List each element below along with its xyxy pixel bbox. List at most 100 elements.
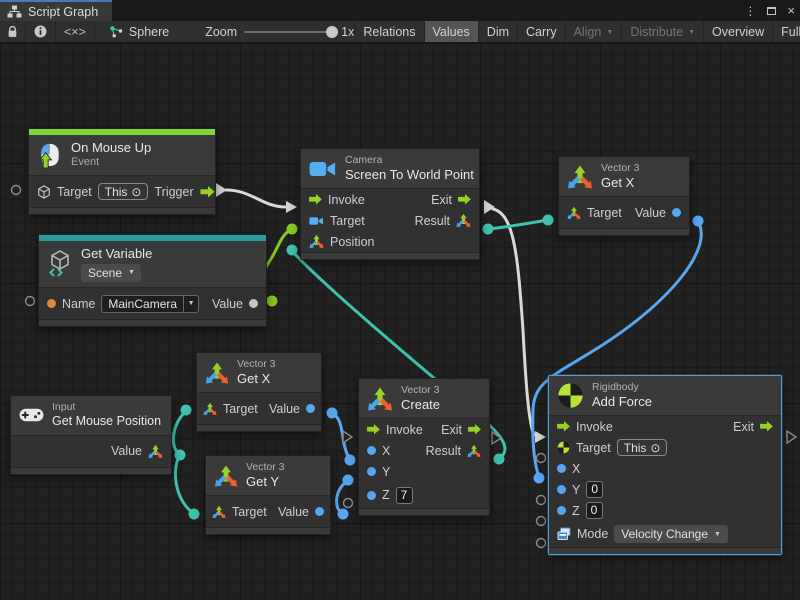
z-row: Z 7 [359,482,489,508]
flow-arrow-icon [458,194,471,205]
target-label: Target [232,505,267,519]
result-label: Result [426,444,461,458]
zoom-slider[interactable] [244,31,334,33]
inspect-button[interactable] [26,21,56,42]
node-on-mouse-up[interactable]: On Mouse Up Event Target This ⊙ Trigger [28,128,216,215]
window-menu-icon[interactable]: ⋮ [744,4,756,18]
value-port-dot[interactable] [315,507,324,516]
value-port-dot[interactable] [306,404,315,413]
code-preview-button[interactable]: <×> [56,21,95,42]
z-value-field[interactable]: 0 [586,502,603,519]
align-dropdown[interactable]: Align▼ [565,21,622,42]
lock-button[interactable] [0,21,26,42]
node-category: Vector 3 [401,384,440,397]
maximize-icon[interactable] [767,7,776,15]
trigger-label: Trigger [154,185,193,199]
node-footer [301,252,479,259]
name-port-dot[interactable] [47,299,56,308]
dim-toggle[interactable]: Dim [478,21,517,42]
values-toggle[interactable]: Values [424,21,478,42]
node-get-variable[interactable]: Get Variable Scene ▼ Name MainCamera ▼ V… [38,234,267,327]
target-value-row: Target Value [206,496,330,527]
node-footer [11,467,171,474]
target-value-row: Target Value [197,393,321,424]
node-category: Rigidbody [592,381,652,394]
vector3-icon [205,361,229,385]
node-vector3-get-y[interactable]: Vector 3 Get Y Target Value [205,455,331,535]
target-row: Target This ⊙ [549,437,781,458]
flow-arrow-icon [468,424,481,435]
graph-icon [7,5,22,18]
node-category: Vector 3 [601,162,640,175]
chevron-down-icon: ▼ [714,531,721,538]
variable-scope-dropdown[interactable]: Scene ▼ [81,264,141,282]
node-title: On Mouse Up [71,140,151,156]
distribute-dropdown[interactable]: Distribute▼ [621,21,703,42]
y-value-field[interactable]: 0 [586,481,603,498]
angle-brackets-icon: <×> [64,25,86,39]
zoom-label: Zoom [205,25,237,39]
close-icon[interactable]: × [787,3,795,18]
vector3-icon [467,444,481,458]
zoom-control: Zoom 1x [179,21,354,42]
node-title: Add Force [592,394,652,410]
invoke-row: Invoke Exit [359,419,489,440]
y-port-dot[interactable] [557,485,566,494]
y-port-dot[interactable] [367,467,376,476]
variable-name-dropdown[interactable]: MainCamera ▼ [101,295,199,313]
name-value-row: Name MainCamera ▼ Value [39,288,266,319]
z-value-field[interactable]: 7 [396,487,413,504]
x-label: X [382,444,390,458]
node-vector3-get-x-right[interactable]: Vector 3 Get X Target Value [558,156,690,236]
target-dot-icon: ⊙ [650,442,660,454]
this-target-button[interactable]: This ⊙ [98,183,149,200]
script-graph-window: Script Graph ⋮ × <×> [0,0,800,600]
node-category: Camera [345,154,474,167]
node-screen-to-world-point[interactable]: Camera Screen To World Point Invoke Exit… [300,148,480,260]
z-port-dot[interactable] [367,491,376,500]
value-label: Value [269,402,300,416]
target-label: Target [576,441,611,455]
node-category: Input [52,401,161,414]
this-target-button[interactable]: This ⊙ [617,439,668,456]
mode-dropdown[interactable]: Velocity Change ▼ [614,525,728,543]
node-title: Get Variable [81,246,152,262]
node-footer [206,527,330,534]
node-vector3-get-x-mid[interactable]: Vector 3 Get X Target Value [196,352,322,432]
x-row: X [549,458,781,479]
y-label: Y [382,465,390,479]
tab-title: Script Graph [28,5,98,19]
zoom-slider-handle[interactable] [326,26,338,38]
invoke-row: Invoke Exit [549,416,781,437]
exit-label: Exit [441,423,462,437]
vector3-icon [567,164,593,190]
carry-toggle[interactable]: Carry [517,21,565,42]
camera-icon [309,216,324,226]
window-controls: ⋮ × [744,0,795,21]
value-port-dot[interactable] [249,299,258,308]
exit-label: Exit [733,420,754,434]
exit-label: Exit [431,193,452,207]
x-port-dot[interactable] [367,446,376,455]
gameobject-cube-icon [37,185,51,199]
target-trigger-row: Target This ⊙ Trigger [29,176,215,207]
overview-button[interactable]: Overview [703,21,772,42]
z-row: Z 0 [549,500,781,521]
flow-arrow-icon [200,186,215,198]
node-add-force[interactable]: Rigidbody Add Force Invoke Exit Target [548,375,782,555]
value-port-dot[interactable] [672,208,681,217]
full-screen-button[interactable]: Full Screen [772,21,800,42]
node-vector3-create[interactable]: Vector 3 Create Invoke Exit X Result [358,378,490,516]
node-footer [39,319,266,326]
tab-script-graph[interactable]: Script Graph [0,0,112,21]
z-port-dot[interactable] [557,506,566,515]
node-get-mouse-position[interactable]: Input Get Mouse Position Value [10,395,172,475]
vector3-icon [367,386,393,412]
y-row: Y 0 [549,479,781,500]
flow-arrow-icon [760,421,773,432]
relations-toggle[interactable]: Relations [354,21,423,42]
position-row: Position [301,231,479,252]
breadcrumb[interactable]: Sphere [95,21,179,42]
node-footer [559,228,689,235]
x-port-dot[interactable] [557,464,566,473]
